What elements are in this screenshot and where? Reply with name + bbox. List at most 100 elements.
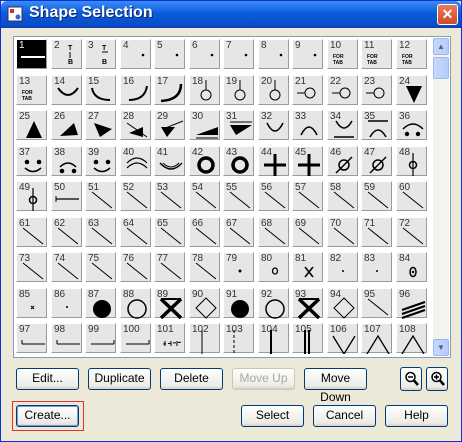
shape-cell[interactable]: 47 <box>361 146 392 176</box>
shape-cell[interactable]: 72 <box>396 217 427 247</box>
scroll-thumb[interactable] <box>433 57 449 79</box>
shape-cell[interactable]: 14 <box>51 75 82 105</box>
shape-cell[interactable]: 94 <box>327 288 358 319</box>
edit-button[interactable]: Edit... <box>16 368 79 390</box>
shape-cell[interactable]: 28 <box>120 110 151 140</box>
close-button[interactable]: ✕ <box>437 4 458 25</box>
shape-cell[interactable]: 27 <box>85 110 116 140</box>
shape-cell[interactable]: 67 <box>223 217 254 247</box>
shape-cell[interactable]: 62 <box>51 217 82 247</box>
shape-cell[interactable]: 74 <box>51 252 82 282</box>
shape-cell[interactable]: 16 <box>120 75 151 105</box>
shape-cell[interactable]: 55 <box>223 181 254 211</box>
shape-cell[interactable]: 66 <box>189 217 220 247</box>
shape-cell[interactable]: 2TB <box>51 39 82 69</box>
shape-cell[interactable]: 73 <box>16 252 47 282</box>
duplicate-button[interactable]: Duplicate <box>88 368 151 390</box>
shape-cell[interactable]: 103 <box>223 323 254 354</box>
shape-cell[interactable]: 50 <box>51 181 82 211</box>
shape-cell[interactable]: 58 <box>327 181 358 211</box>
shape-cell[interactable]: 54 <box>189 181 220 211</box>
shape-cell[interactable]: 104 <box>258 323 289 354</box>
shape-cell[interactable]: 82 <box>327 252 358 282</box>
shape-cell[interactable]: 84 <box>396 252 427 282</box>
scroll-up-button[interactable]: ▲ <box>433 38 449 55</box>
shape-cell[interactable]: 71 <box>361 217 392 247</box>
shape-cell[interactable]: 90 <box>189 288 220 319</box>
shape-cell[interactable]: 48 <box>396 146 427 176</box>
delete-button[interactable]: Delete <box>160 368 223 390</box>
shape-cell[interactable]: 53 <box>154 181 185 211</box>
shape-cell[interactable]: 23 <box>361 75 392 105</box>
shape-cell[interactable]: 3TB <box>85 39 116 69</box>
shape-cell[interactable]: 6 <box>189 39 220 69</box>
shape-cell[interactable]: 60 <box>396 181 427 211</box>
shape-cell[interactable]: 100 <box>120 323 151 353</box>
shape-cell[interactable]: 107 <box>361 323 392 354</box>
shape-cell[interactable]: 65 <box>154 217 185 247</box>
shape-cell[interactable]: 56 <box>258 181 289 211</box>
shape-cell[interactable]: 31 <box>223 110 254 140</box>
create-button[interactable]: Create... <box>16 405 79 427</box>
shape-cell[interactable]: 11 FOR TAB <box>361 39 392 69</box>
shape-cell[interactable]: 10 FOR TAB <box>327 39 358 69</box>
shape-cell[interactable]: 95 <box>361 288 392 318</box>
shape-cell[interactable]: 43 <box>223 146 254 176</box>
shape-cell[interactable]: 99 <box>85 323 116 353</box>
shape-cell[interactable]: 25 <box>16 110 47 140</box>
shape-cell[interactable]: 22 <box>327 75 358 105</box>
shape-cell[interactable]: 51 <box>85 181 116 211</box>
shape-cell[interactable]: 4 <box>120 39 151 69</box>
shape-cell[interactable]: 75 <box>85 252 116 282</box>
shape-cell[interactable]: 39 <box>85 146 116 176</box>
shape-cell[interactable]: 69 <box>292 217 323 247</box>
shape-cell[interactable]: 91 <box>223 288 254 318</box>
shape-cell[interactable]: 108 <box>396 323 427 354</box>
shape-cell[interactable]: 85 <box>16 288 47 318</box>
shape-cell[interactable]: 13 FOR TAB <box>16 75 47 105</box>
shape-cell[interactable]: 92 <box>258 288 289 319</box>
shape-cell[interactable]: 81 <box>292 252 323 282</box>
shape-cell[interactable]: 30 <box>189 110 220 140</box>
shape-cell[interactable]: 12 FOR TAB <box>396 39 427 69</box>
shape-cell[interactable]: 102 <box>189 323 220 354</box>
shape-cell[interactable]: 64 <box>120 217 151 247</box>
shape-cell[interactable]: 46 <box>327 146 358 176</box>
shape-cell[interactable]: 98 <box>51 323 82 353</box>
shape-cell[interactable]: 63 <box>85 217 116 247</box>
shape-cell[interactable]: 18 <box>189 75 220 105</box>
shape-cell[interactable]: 36 <box>396 110 427 140</box>
shape-cell[interactable]: 77 <box>154 252 185 282</box>
move-down-button[interactable]: Move Down <box>304 368 367 404</box>
shape-cell[interactable]: 78 <box>189 252 220 282</box>
shape-cell[interactable]: 1 <box>16 39 47 69</box>
shape-cell[interactable]: 5 <box>154 39 185 69</box>
shape-cell[interactable]: 59 <box>361 181 392 211</box>
zoom-out-button[interactable] <box>400 367 422 391</box>
shape-cell[interactable]: 87 <box>85 288 116 318</box>
shape-cell[interactable]: 61 <box>16 217 47 247</box>
shape-cell[interactable]: 86 <box>51 288 82 318</box>
shape-cell[interactable]: 52 <box>120 181 151 211</box>
shape-cell[interactable]: 8 <box>258 39 289 69</box>
shape-cell[interactable]: 38 <box>51 146 82 176</box>
shape-cell[interactable]: 24 <box>396 75 427 105</box>
shape-cell[interactable]: 83 <box>361 252 392 282</box>
shape-cell[interactable]: 93 <box>292 288 323 319</box>
vertical-scrollbar[interactable]: ▲ ▼ <box>433 38 449 356</box>
shape-cell[interactable]: 79 <box>223 252 254 282</box>
shape-cell[interactable]: 21 <box>292 75 323 105</box>
shape-cell[interactable]: 20 <box>258 75 289 105</box>
shape-cell[interactable]: 76 <box>120 252 151 282</box>
shape-cell[interactable]: 96 <box>396 288 427 319</box>
shape-cell[interactable]: 40 <box>120 146 151 176</box>
scroll-down-button[interactable]: ▼ <box>433 339 449 356</box>
shape-cell[interactable]: 80 <box>258 252 289 282</box>
shape-cell[interactable]: 9 <box>292 39 323 69</box>
shape-cell[interactable]: 88 <box>120 288 151 319</box>
shape-cell[interactable]: 105 <box>292 323 323 354</box>
shape-cell[interactable]: 32 <box>258 110 289 140</box>
shape-cell[interactable]: 33 <box>292 110 323 140</box>
shape-cell[interactable]: 89 <box>154 288 185 319</box>
shape-cell[interactable]: 97 <box>16 323 47 353</box>
